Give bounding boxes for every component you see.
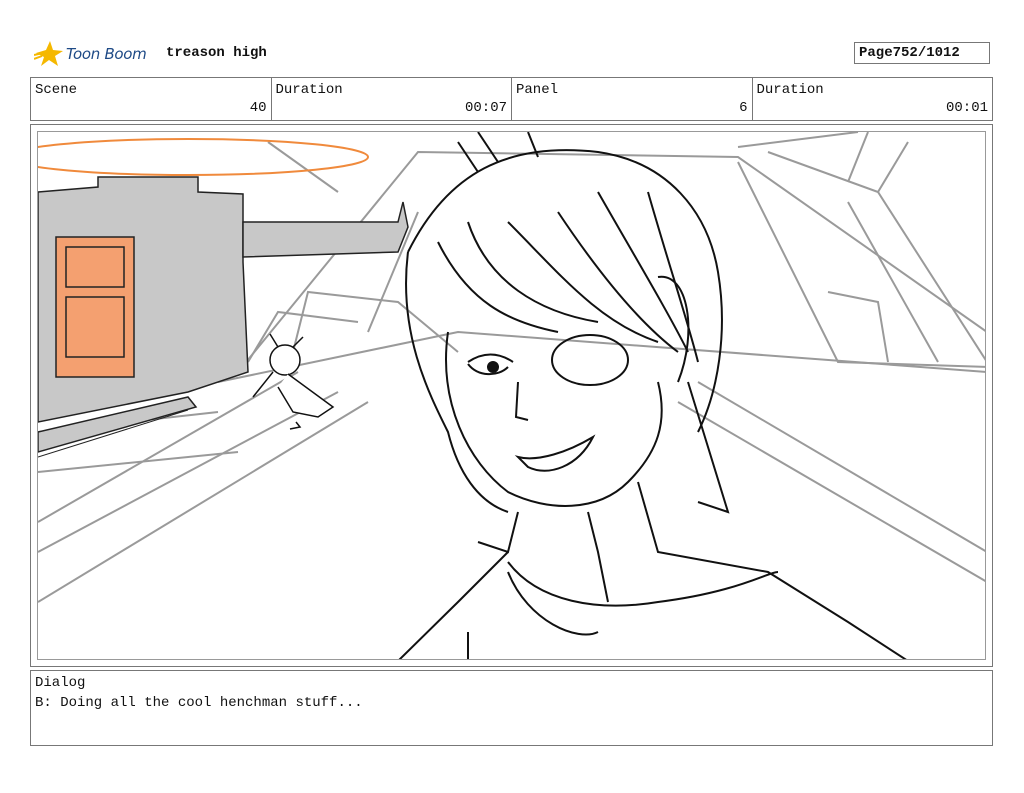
page-counter: Page 752/1012 xyxy=(854,42,990,64)
page-value: 752/1012 xyxy=(892,45,960,61)
panel-drawing xyxy=(38,132,985,659)
scene-label: Scene xyxy=(35,82,78,98)
logo-text: Toon Boom xyxy=(66,45,147,63)
henchman-character xyxy=(252,333,335,430)
scene-duration-label: Duration xyxy=(275,82,343,98)
panel-value: 6 xyxy=(739,100,748,116)
scene-cell: Scene 40 xyxy=(31,78,272,120)
dialog-box: Dialog B: Doing all the cool henchman st… xyxy=(30,670,993,746)
panel-artwork xyxy=(37,131,986,660)
panel-label: Panel xyxy=(516,82,559,98)
main-character xyxy=(398,132,907,659)
panel-duration-label: Duration xyxy=(756,82,824,98)
dialog-label: Dialog xyxy=(35,675,86,691)
storyboard-panel xyxy=(30,124,993,667)
panel-duration-value: 00:01 xyxy=(945,100,988,116)
project-title: treason high xyxy=(166,45,267,61)
toon-boom-logo: Toon Boom xyxy=(34,38,159,70)
page-label: Page xyxy=(859,45,893,61)
scene-value: 40 xyxy=(249,100,267,116)
info-bar: Scene 40 Duration 00:07 Panel 6 Duration… xyxy=(30,77,993,121)
scene-duration-value: 00:07 xyxy=(464,100,507,116)
panel-cell: Panel 6 xyxy=(512,78,753,120)
dialog-text: B: Doing all the cool henchman stuff... xyxy=(35,695,363,711)
panel-duration-cell: Duration 00:01 xyxy=(753,78,993,120)
scene-duration-cell: Duration 00:07 xyxy=(272,78,512,120)
star-burst-icon xyxy=(34,41,63,66)
orange-ring xyxy=(38,138,369,176)
